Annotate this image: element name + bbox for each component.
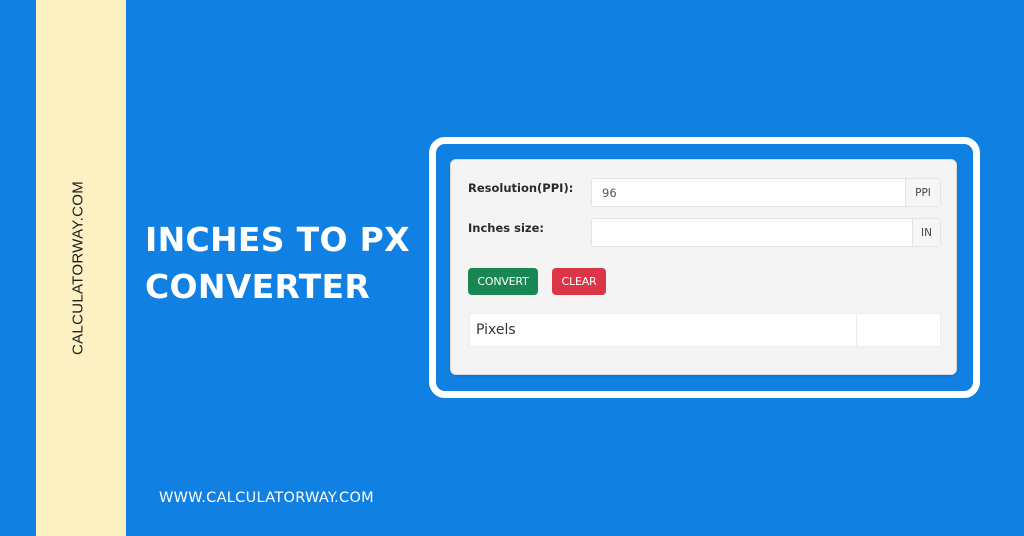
website-url: WWW.CALCULATORWAY.COM xyxy=(159,490,374,506)
converter-card-frame: Resolution(PPI): PPI Inches size: IN CON… xyxy=(429,137,980,398)
resolution-label: Resolution(PPI): xyxy=(468,181,574,195)
resolution-input-group: PPI xyxy=(591,178,941,207)
inches-input-group: IN xyxy=(591,218,941,247)
convert-button[interactable]: CONVERT xyxy=(468,268,538,295)
title-line-2: CONVERTER xyxy=(145,267,371,306)
inches-label: Inches size: xyxy=(468,221,544,235)
page-title: INCHES TO PX CONVERTER xyxy=(145,216,410,310)
converter-form: Resolution(PPI): PPI Inches size: IN CON… xyxy=(450,159,957,375)
title-line-1: INCHES TO PX xyxy=(145,220,410,259)
result-table: Pixels xyxy=(469,313,941,347)
result-value xyxy=(857,314,940,346)
clear-button[interactable]: CLEAR xyxy=(552,268,606,295)
side-brand-text: CALCULATORWAY.COM xyxy=(69,180,87,356)
inches-unit-addon: IN xyxy=(912,219,940,246)
resolution-input[interactable] xyxy=(592,179,905,206)
resolution-unit-addon: PPI xyxy=(905,179,940,206)
result-label: Pixels xyxy=(470,314,857,346)
inches-input[interactable] xyxy=(592,219,912,246)
